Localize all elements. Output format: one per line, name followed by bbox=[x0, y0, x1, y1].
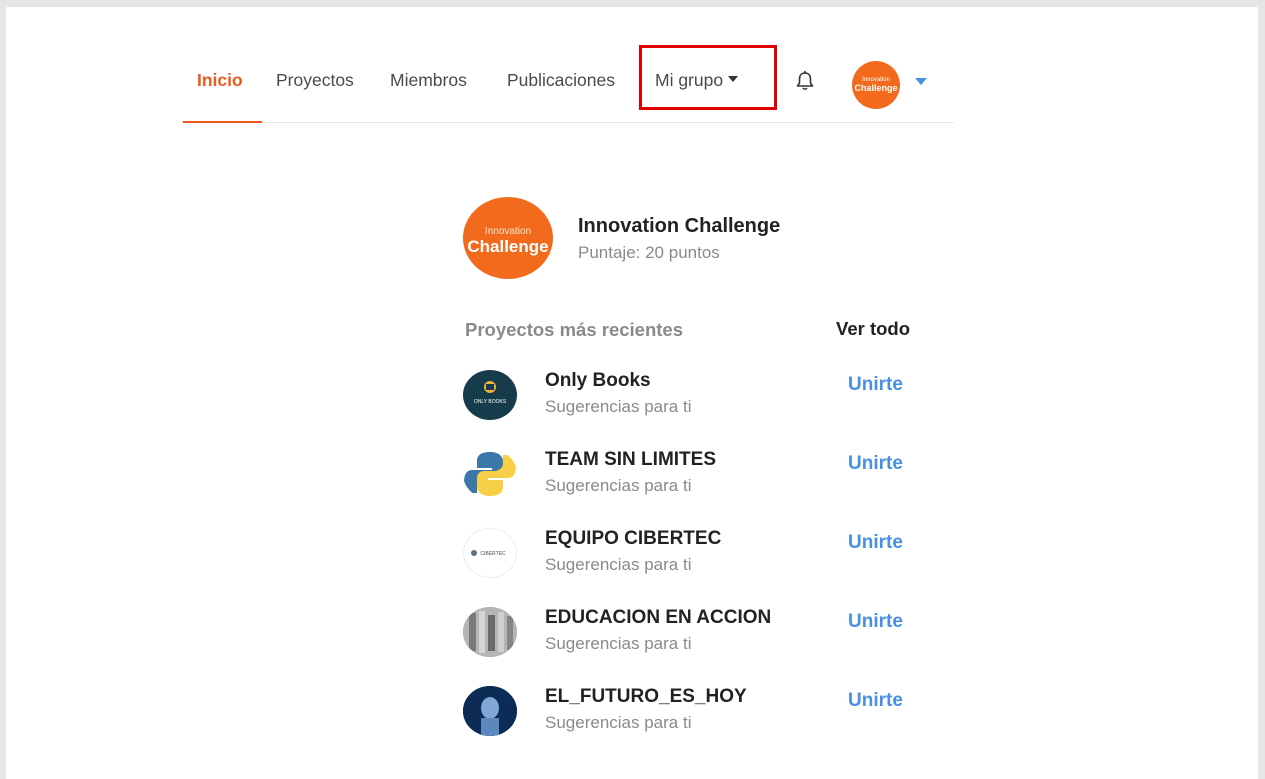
project-list-item: CIBERTEC EQUIPO CIBERTEC Sugerencias par… bbox=[463, 528, 923, 588]
project-list-item: EDUCACION EN ACCION Sugerencias para ti … bbox=[463, 607, 923, 667]
bell-icon[interactable] bbox=[791, 67, 819, 95]
project-subtitle: Sugerencias para ti bbox=[545, 634, 692, 653]
project-subtitle: Sugerencias para ti bbox=[545, 713, 692, 732]
project-list-item: EL_FUTURO_ES_HOY Sugerencias para ti Uni… bbox=[463, 686, 923, 746]
join-button[interactable]: Unirte bbox=[848, 532, 903, 554]
mi-grupo-dropdown[interactable]: Mi grupo bbox=[655, 70, 739, 91]
only-books-logo-text: ONLY BOOKS bbox=[474, 399, 507, 405]
project-name: TEAM SIN LIMITES bbox=[545, 449, 716, 470]
nav-item-inicio[interactable]: Inicio bbox=[197, 70, 243, 91]
group-name: Innovation Challenge bbox=[578, 215, 781, 237]
project-list-item: ONLY BOOKS Only Books Sugerencias para t… bbox=[463, 370, 923, 430]
project-logo-educacion-en-accion bbox=[463, 607, 517, 657]
active-tab-underline bbox=[183, 121, 262, 123]
avatar-dropdown-caret-icon[interactable] bbox=[915, 78, 927, 85]
join-button[interactable]: Unirte bbox=[848, 374, 903, 396]
group-score: Puntaje: 20 puntos bbox=[578, 243, 720, 262]
group-logo: Innovation Challenge bbox=[463, 197, 553, 279]
project-name: EL_FUTURO_ES_HOY bbox=[545, 686, 747, 707]
project-subtitle: Sugerencias para ti bbox=[545, 555, 692, 574]
group-logo-line1: Innovation bbox=[484, 226, 532, 237]
cibertec-logo-text: CIBERTEC bbox=[480, 551, 506, 557]
project-subtitle: Sugerencias para ti bbox=[545, 397, 692, 416]
user-avatar[interactable]: Innovation Challenge bbox=[852, 61, 900, 109]
project-logo-equipo-cibertec: CIBERTEC bbox=[463, 528, 517, 578]
project-name: Only Books bbox=[545, 370, 651, 391]
join-button[interactable]: Unirte bbox=[848, 690, 903, 712]
join-button[interactable]: Unirte bbox=[848, 611, 903, 633]
recent-projects-title: Proyectos más recientes bbox=[465, 319, 684, 340]
join-button[interactable]: Unirte bbox=[848, 453, 903, 475]
nav-item-publicaciones[interactable]: Publicaciones bbox=[507, 70, 615, 91]
project-list-item: TEAM SIN LIMITES Sugerencias para ti Uni… bbox=[463, 449, 923, 509]
project-logo-el-futuro-es-hoy bbox=[463, 686, 517, 736]
project-logo-team-sin-limites bbox=[463, 449, 517, 499]
see-all-link[interactable]: Ver todo bbox=[836, 318, 910, 340]
group-logo-line2: Challenge bbox=[467, 237, 549, 256]
mi-grupo-label: Mi grupo bbox=[655, 70, 724, 90]
project-name: EQUIPO CIBERTEC bbox=[545, 528, 722, 549]
project-logo-only-books: ONLY BOOKS bbox=[463, 370, 517, 420]
top-navbar: Inicio Proyectos Miembros Publicaciones … bbox=[182, 45, 954, 123]
project-subtitle: Sugerencias para ti bbox=[545, 476, 692, 495]
caret-down-icon bbox=[728, 76, 739, 83]
avatar-logo-line2: Challenge bbox=[854, 83, 898, 93]
nav-item-miembros[interactable]: Miembros bbox=[390, 70, 467, 91]
nav-item-proyectos[interactable]: Proyectos bbox=[276, 70, 354, 91]
project-name: EDUCACION EN ACCION bbox=[545, 607, 772, 628]
